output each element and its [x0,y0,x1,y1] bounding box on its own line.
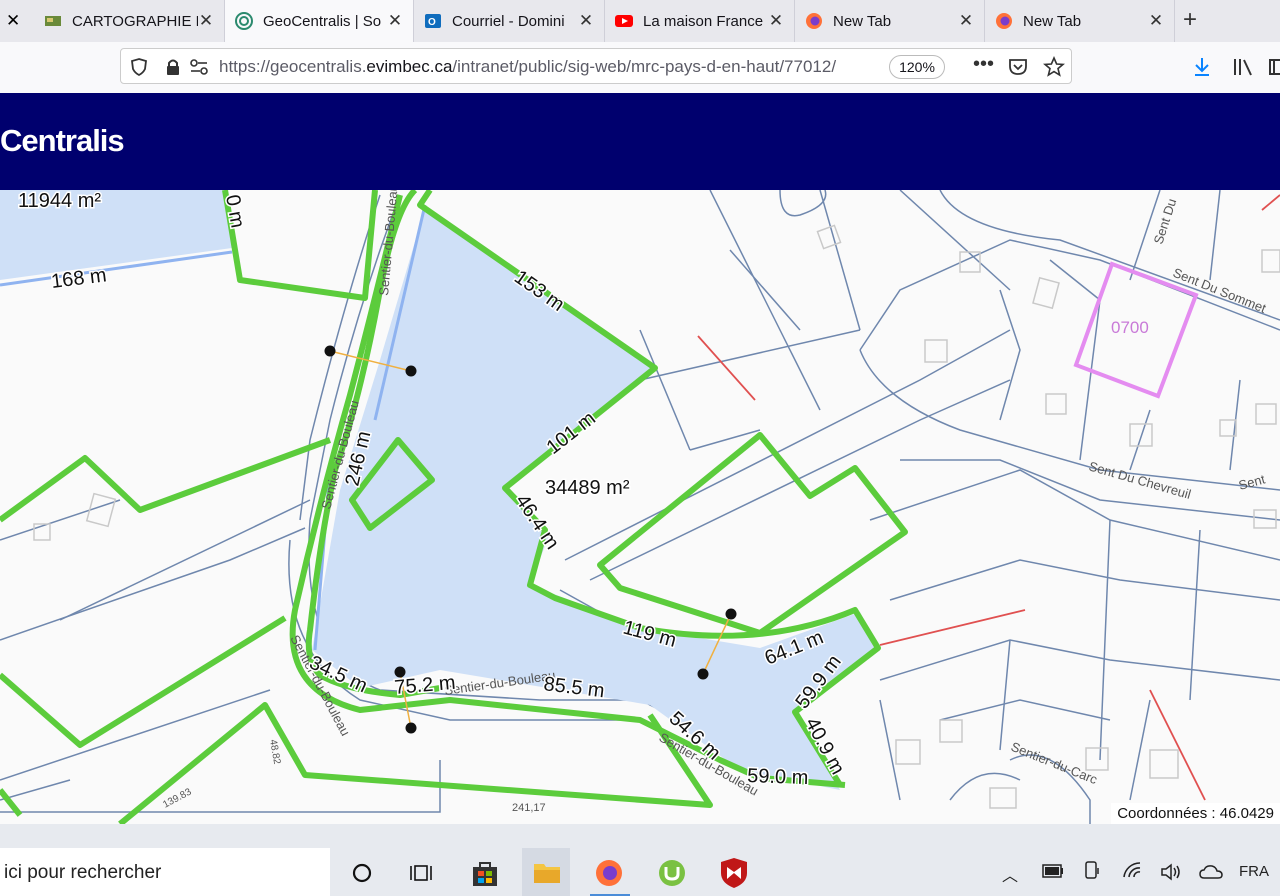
map-canvas[interactable]: 0700 Sent Du Sommet Sent Du Chevreuil Se… [0,190,1280,824]
more-actions-icon[interactable]: ••• [973,53,994,76]
tab-title: GeoCentralis | So [263,12,382,30]
tab-new-tab-1[interactable]: New Tab ✕ [795,0,985,42]
zoom-indicator[interactable]: 120% [889,55,945,79]
sidebar-icon[interactable] [1268,58,1280,76]
site-header: Centralis [0,93,1280,190]
utorrent-icon[interactable] [657,858,687,888]
shield-icon[interactable] [130,57,148,77]
battery-icon[interactable] [1042,864,1064,878]
wifi-icon[interactable] [1122,861,1144,881]
url-text[interactable]: https://geocentralis.evimbec.ca/intranet… [219,57,836,77]
language-indicator[interactable]: FRA [1239,863,1269,880]
onedrive-cloud-icon[interactable] [1199,864,1223,880]
close-tab-icon[interactable]: ✕ [578,11,594,31]
area-label: 34489 m² [545,477,630,499]
file-explorer-icon[interactable] [532,858,562,886]
tab-title: Courriel - Domini [452,12,565,30]
map-favicon-icon [45,16,61,26]
new-tab-plus-icon[interactable]: + [1183,6,1197,34]
svg-text:O: O [428,17,436,28]
tab-geocentralis[interactable]: GeoCentralis | So ✕ [225,0,414,42]
library-icon[interactable] [1232,57,1254,77]
taskbar: ici pour rechercher ︿ FRA [0,824,1280,896]
url-domain: evimbec.ca [366,57,453,76]
url-path: /intranet/public/sig-web/mrc-pays-d-en-h… [452,57,837,76]
geocentralis-favicon-icon [235,12,253,30]
youtube-favicon-icon [615,15,633,27]
close-tab-icon[interactable]: ✕ [6,11,20,31]
distance-label: 59.0 m [747,765,809,789]
cortana-icon[interactable] [351,862,373,884]
address-bar[interactable]: https://geocentralis.evimbec.ca/intranet… [120,48,1072,84]
tab-la-maison[interactable]: La maison France ✕ [605,0,795,42]
outlook-favicon-icon: O [425,14,441,28]
firefox-favicon-icon [996,13,1012,29]
close-tab-icon[interactable]: ✕ [387,11,403,31]
close-tab-icon[interactable]: ✕ [768,11,784,31]
permissions-icon[interactable] [189,58,209,76]
bookmark-star-icon[interactable] [1043,56,1065,78]
firefox-icon[interactable] [594,858,624,888]
task-view-icon[interactable] [409,861,433,885]
close-tab-icon[interactable]: ✕ [198,11,214,31]
lot-number: 0700 [1111,318,1149,337]
tab-title: New Tab [833,12,892,30]
tab-title: CARTOGRAPHIE E [72,12,198,30]
close-tab-icon[interactable]: ✕ [958,11,974,31]
coordinates-readout: Coordonnées : 46.0429 [1111,803,1280,824]
tab-new-tab-2[interactable]: New Tab ✕ [985,0,1175,42]
url-prefix: https://geocentralis. [219,57,367,76]
taskbar-search-box[interactable]: ici pour rechercher [0,848,330,896]
brand-logo[interactable]: Centralis [0,123,125,159]
tab-title: La maison France [643,12,764,30]
area-label: 11944 m² [18,190,101,212]
map-viewport[interactable]: 0700 Sent Du Sommet Sent Du Chevreuil Se… [0,190,1280,824]
download-icon[interactable] [1192,56,1212,78]
tab-cartographie[interactable]: CARTOGRAPHIE E ✕ [34,0,225,42]
firefox-favicon-icon [806,13,822,29]
number-label: 241,17 [512,802,546,814]
navigation-bar: https://geocentralis.evimbec.ca/intranet… [0,42,1280,94]
volume-icon[interactable] [1160,862,1182,882]
mcafee-icon[interactable] [720,857,748,889]
store-icon[interactable] [470,858,500,888]
close-tab-icon[interactable]: ✕ [1148,11,1164,31]
tab-courriel[interactable]: O Courriel - Domini ✕ [414,0,605,42]
device-icon[interactable] [1083,860,1101,882]
pocket-icon[interactable] [1008,57,1028,77]
chevron-up-icon[interactable]: ︿ [1002,862,1018,886]
tab-title: New Tab [1023,12,1082,30]
tab-strip: CARTOGRAPHIE E ✕ GeoCentralis | So ✕ O C… [0,0,1280,42]
lock-icon[interactable] [165,57,181,77]
